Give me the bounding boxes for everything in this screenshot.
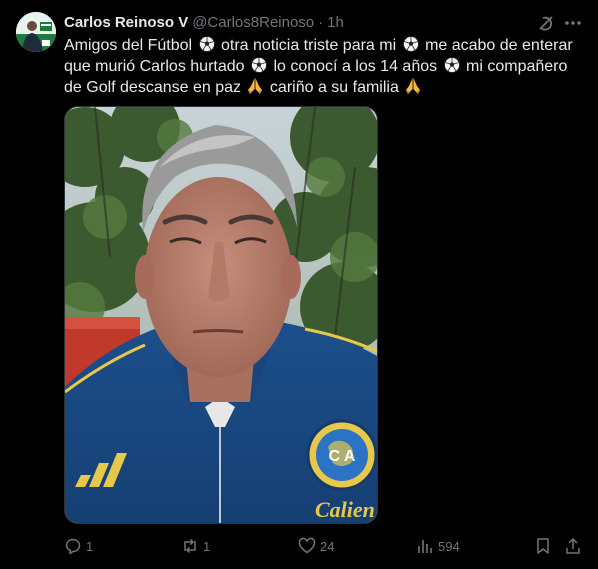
grok-icon[interactable] — [536, 13, 556, 33]
avatar[interactable] — [16, 12, 56, 52]
folded-hands-icon — [248, 78, 263, 94]
tweet-header: Carlos Reinoso V @Carlos8Reinoso · 1h — [64, 12, 344, 32]
views-icon — [418, 540, 432, 553]
soccer-ball-icon — [402, 36, 419, 52]
repost-icon — [184, 538, 196, 554]
avatar-image — [16, 12, 56, 52]
share-button[interactable] — [564, 537, 586, 555]
reply-button[interactable]: 1 — [64, 537, 93, 555]
tweet-segment: otra noticia triste para mi — [220, 37, 397, 54]
reply-count: 1 — [86, 538, 94, 554]
tweet-segment: cariño a su familia — [269, 79, 399, 96]
soccer-ball-icon — [198, 36, 215, 52]
timestamp[interactable]: 1h — [327, 14, 344, 31]
folded-hands-icon — [406, 78, 421, 94]
share-icon — [566, 537, 580, 554]
shirt-sponsor-text: Calien — [315, 497, 375, 522]
author-handle[interactable]: @Carlos8Reinoso — [192, 14, 314, 31]
tweet-text: Amigos del Fútbol otra noticia triste pa… — [64, 35, 584, 98]
views-count: 594 — [438, 538, 460, 554]
bookmark-icon — [537, 538, 549, 554]
photo-illustration: C A Calien — [65, 107, 377, 523]
views-button[interactable]: 594 — [416, 537, 460, 555]
bookmark-button[interactable] — [534, 537, 556, 555]
like-icon — [298, 537, 316, 554]
like-button[interactable]: 24 — [298, 537, 334, 555]
reply-icon — [65, 538, 81, 555]
tweet-photo[interactable]: C A Calien — [64, 106, 378, 524]
author-name[interactable]: Carlos Reinoso V — [64, 14, 188, 31]
like-count: 24 — [320, 538, 335, 554]
tweet-segment: lo conocí a los 14 años — [273, 58, 438, 75]
repost-button[interactable]: 1 — [181, 537, 210, 555]
tweet-action-bar: 1 1 24 594 — [0, 537, 598, 559]
soccer-ball-icon — [443, 57, 460, 73]
tweet-segment: Amigos del Fútbol — [64, 37, 193, 54]
more-icon[interactable] — [563, 13, 583, 33]
soccer-ball-icon — [251, 57, 267, 73]
badge-text: C A — [329, 448, 356, 465]
repost-count: 1 — [203, 538, 211, 554]
separator-dot: · — [318, 13, 324, 31]
